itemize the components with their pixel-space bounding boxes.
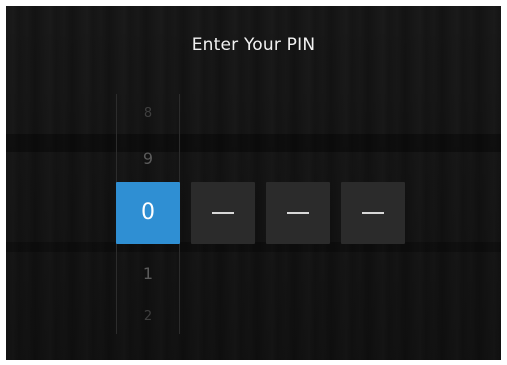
empty-digit-dash [362,212,384,214]
pin-digit-1[interactable]: 0 [116,182,180,244]
picker-option[interactable]: 9 [116,149,180,168]
pin-digit-3[interactable] [266,182,330,244]
pin-entry-screen: Enter Your PIN 8 9 1 2 0 [6,6,501,360]
pin-digit-4[interactable] [341,182,405,244]
empty-digit-dash [212,212,234,214]
picker-option[interactable]: 1 [116,264,180,283]
page-title: Enter Your PIN [191,35,316,55]
pin-digit-2[interactable] [191,182,255,244]
picker-option[interactable]: 8 [116,106,180,121]
picker-option[interactable]: 2 [116,309,180,324]
background-shadow-band [6,134,501,152]
empty-digit-dash [287,212,309,214]
